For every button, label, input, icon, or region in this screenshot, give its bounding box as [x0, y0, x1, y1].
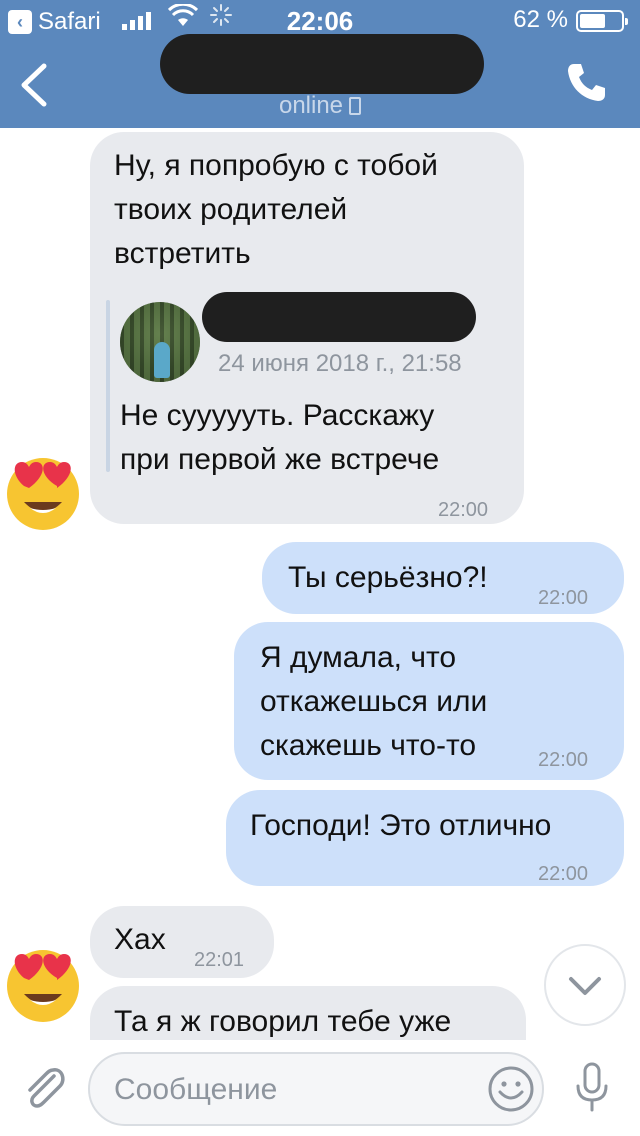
battery-percent: 62 %: [513, 6, 568, 33]
message-time: 22:00: [538, 863, 589, 885]
forward-indicator-line: [106, 300, 110, 472]
message-text: Ты серьёзно?!: [288, 561, 488, 594]
call-button[interactable]: [564, 60, 608, 104]
incoming-message[interactable]: Ну, я попробую с тобой твоих родителей в…: [90, 132, 524, 524]
forward-author-avatar[interactable]: [120, 302, 200, 382]
message-text: Господи! Это отлично: [250, 809, 552, 842]
presence-label: online: [278, 92, 344, 119]
forward-author-name-redacted[interactable]: [202, 292, 476, 342]
message-time: 22:00: [438, 499, 489, 521]
message-input-container[interactable]: [88, 1052, 544, 1126]
message-text: Та я ж говорил тебе уже: [114, 1005, 452, 1038]
outgoing-message[interactable]: Господи! Это отлично 22:00: [226, 790, 624, 886]
microphone-icon: [576, 1062, 608, 1112]
heart-eyes-emoji-avatar[interactable]: [2, 448, 84, 530]
forward-date: 24 июня 2018 г., 21:58: [218, 350, 462, 377]
chevron-down-icon: [569, 977, 601, 995]
battery-icon: [576, 10, 628, 32]
incoming-message[interactable]: Хах 22:01: [90, 906, 274, 978]
outgoing-message[interactable]: Я думала, что откажешься или скажешь что…: [234, 622, 624, 780]
incoming-message[interactable]: Та я ж говорил тебе уже: [90, 986, 526, 1040]
message-text-line: Ну, я попробую с тобой: [114, 149, 438, 182]
scroll-down-button[interactable]: [544, 944, 626, 1026]
voice-message-button[interactable]: [574, 1060, 610, 1116]
chat-header: ‹ Safari 22:06 62 % online: [0, 0, 640, 128]
message-text-line: скажешь что-то: [260, 729, 477, 762]
smiley-icon[interactable]: [486, 1064, 536, 1114]
presence-status: online: [0, 92, 640, 120]
forwarded-text: Не суууууть. Расскажу при первой же встр…: [120, 394, 520, 482]
message-composer: [0, 1040, 640, 1136]
paperclip-icon: [28, 1068, 65, 1108]
phone-icon: [568, 64, 605, 101]
mobile-icon: [349, 97, 362, 115]
attach-button[interactable]: [20, 1062, 68, 1114]
message-input[interactable]: [114, 1068, 474, 1112]
forwarded-text-line: при первой же встрече: [120, 443, 440, 476]
message-text-line: встретить: [114, 237, 251, 270]
heart-eyes-emoji-avatar[interactable]: [2, 940, 84, 1022]
message-time: 22:00: [538, 587, 589, 609]
message-text: Хах: [114, 923, 166, 956]
message-list[interactable]: Ну, я попробую с тобой твоих родителей в…: [0, 128, 640, 1040]
forwarded-text-line: Не суууууть. Расскажу: [120, 399, 435, 432]
message-time: 22:01: [194, 949, 245, 971]
message-text-line: Я думала, что: [260, 641, 457, 674]
message-text-line: твоих родителей: [114, 193, 348, 226]
outgoing-message[interactable]: Ты серьёзно?! 22:00: [262, 542, 624, 614]
contact-name-redacted[interactable]: [160, 34, 484, 94]
message-time: 22:00: [538, 749, 589, 771]
message-text-line: откажешься или: [260, 685, 488, 718]
